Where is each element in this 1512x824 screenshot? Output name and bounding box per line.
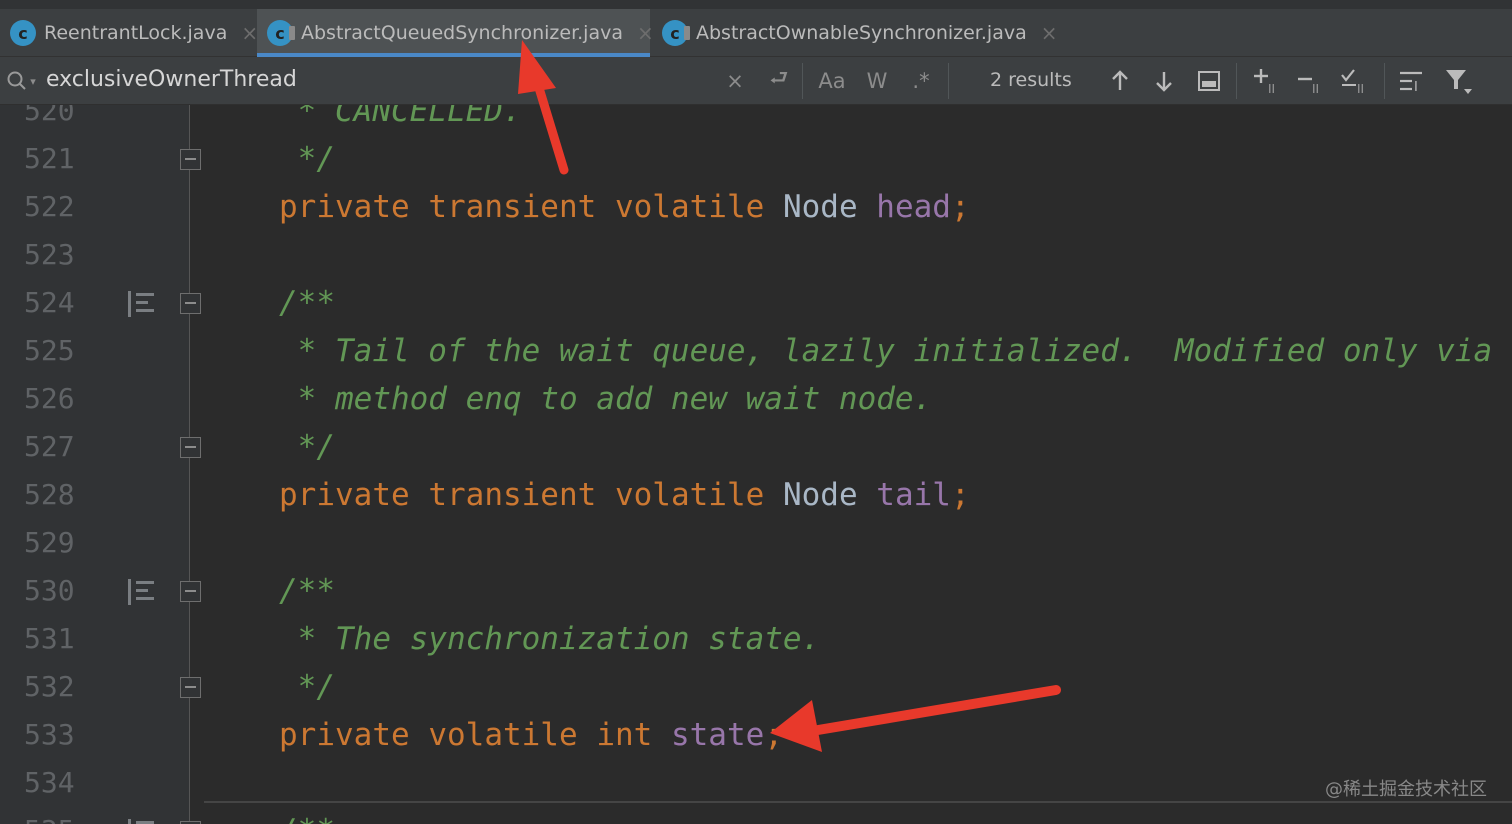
separator — [948, 63, 949, 99]
line-number: 521 — [24, 142, 75, 175]
code-line[interactable]: private transient volatile Node tail; — [279, 471, 970, 519]
java-abstract-class-icon: c — [267, 20, 295, 46]
regex-toggle[interactable]: .* — [906, 65, 936, 97]
code-line[interactable]: private volatile int state; — [279, 711, 783, 759]
code-editor[interactable]: 520 521 522 523 524 525 526 527 528 529 530 531 532 5… — [0, 105, 1512, 824]
svg-text:I: I — [1414, 80, 1418, 95]
previous-occurrence-icon[interactable] — [1108, 69, 1132, 93]
code-line[interactable]: /** — [279, 807, 335, 824]
remove-occurrence-icon[interactable]: II — [1296, 67, 1326, 95]
rendered-doc-icon[interactable] — [128, 579, 158, 605]
line-number: 526 — [24, 382, 75, 415]
line-number: 529 — [24, 526, 75, 559]
line-number: 535 — [24, 807, 84, 824]
line-number: 531 — [24, 622, 75, 655]
line-number: 530 — [24, 574, 75, 607]
separator — [1384, 63, 1385, 99]
code-line[interactable]: */ — [279, 663, 335, 711]
close-icon[interactable]: × — [241, 21, 258, 45]
open-in-window-icon[interactable] — [1197, 69, 1221, 93]
code-line[interactable]: * method enq to add new wait node. — [279, 375, 933, 423]
editor-tab-bar: c ReentrantLock.java × c AbstractQueuedS… — [0, 0, 1512, 57]
line-number: 523 — [24, 238, 75, 271]
close-icon[interactable]: × — [1041, 21, 1058, 45]
code-line[interactable]: * Tail of the wait queue, lazily initial… — [279, 327, 1492, 375]
comment-text: /** — [279, 573, 335, 609]
search-history-dropdown-icon[interactable]: ▾ — [28, 71, 38, 91]
code-line[interactable]: private transient volatile Node head; — [279, 183, 970, 231]
tab-label: AbstractQueuedSynchronizer.java — [301, 22, 623, 44]
line-number: 528 — [24, 478, 75, 511]
find-bar: ▾ exclusiveOwnerThread × ⮐ Aa W .* 2 res… — [0, 57, 1512, 105]
comment-text: */ — [279, 141, 335, 177]
fold-marker-icon[interactable] — [180, 581, 201, 602]
rendered-doc-icon[interactable] — [128, 291, 158, 317]
comment-text: * method enq to add new wait node. — [279, 381, 933, 417]
separator — [802, 63, 803, 99]
java-abstract-class-icon: c — [662, 20, 690, 46]
comment-text: */ — [279, 429, 335, 465]
new-line-icon[interactable]: ⮐ — [764, 65, 794, 97]
svg-text:II: II — [1357, 82, 1364, 95]
tab-abstractownablesynchronizer[interactable]: c AbstractOwnableSynchronizer.java × — [652, 9, 1057, 57]
comment-text: /** — [279, 813, 335, 824]
line-number: 533 — [24, 718, 75, 751]
fold-marker-icon[interactable] — [180, 437, 201, 458]
tab-reentrantlock[interactable]: c ReentrantLock.java × — [0, 9, 258, 57]
match-case-toggle[interactable]: Aa — [815, 65, 849, 97]
fold-marker-icon[interactable] — [180, 293, 201, 314]
line-number: 532 — [24, 670, 75, 703]
line-number: 527 — [24, 430, 75, 463]
search-icon[interactable] — [6, 70, 28, 92]
line-number: 522 — [24, 190, 75, 223]
separator — [1236, 63, 1237, 99]
filter-icon[interactable] — [1444, 67, 1474, 97]
code-line[interactable]: * CANCELLED. — [279, 105, 522, 135]
comment-text: * Tail of the wait queue, lazily initial… — [279, 333, 1493, 369]
tab-abstractqueuedsynchronizer[interactable]: c AbstractQueuedSynchronizer.java × — [257, 9, 654, 57]
method-separator — [204, 801, 1512, 803]
comment-text: /** — [279, 285, 335, 321]
comment-text: */ — [279, 669, 335, 705]
select-all-occurrences-icon[interactable]: II — [1340, 67, 1370, 95]
tab-label: AbstractOwnableSynchronizer.java — [696, 22, 1027, 44]
fold-marker-icon[interactable] — [180, 149, 201, 170]
line-number-gutter: 520 521 522 523 524 525 526 527 528 529 530 531 532 5… — [0, 105, 201, 824]
words-toggle[interactable]: W — [862, 65, 892, 97]
line-number: 525 — [24, 334, 75, 367]
tab-label: ReentrantLock.java — [44, 22, 228, 44]
comment-text: * CANCELLED. — [279, 105, 522, 129]
gutter-border — [189, 105, 190, 824]
watermark: @稀土掘金技术社区 — [1325, 779, 1487, 800]
svg-text:II: II — [1268, 82, 1275, 95]
comment-text: * The synchronization state. — [279, 621, 821, 657]
search-results-count: 2 results — [990, 69, 1072, 91]
java-class-icon: c — [10, 20, 36, 46]
next-occurrence-icon[interactable] — [1152, 69, 1176, 93]
code-line[interactable]: /** — [279, 567, 335, 615]
svg-text:II: II — [1312, 82, 1319, 95]
fold-marker-icon[interactable] — [180, 677, 201, 698]
search-input[interactable]: exclusiveOwnerThread — [46, 67, 297, 92]
code-line[interactable]: */ — [279, 423, 335, 471]
code-line[interactable]: */ — [279, 135, 335, 183]
rendered-doc-icon[interactable] — [128, 819, 158, 824]
line-number: 534 — [24, 766, 75, 799]
line-number: 524 — [24, 286, 75, 319]
code-line[interactable]: /** — [279, 279, 335, 327]
search-options-icon[interactable]: I — [1398, 69, 1426, 95]
line-number: 520 — [24, 105, 75, 127]
tab-bar-top-strip — [0, 0, 1512, 9]
clear-search-icon[interactable]: × — [722, 65, 748, 97]
add-occurrence-icon[interactable]: II — [1252, 67, 1282, 95]
code-line[interactable]: * The synchronization state. — [279, 615, 821, 663]
